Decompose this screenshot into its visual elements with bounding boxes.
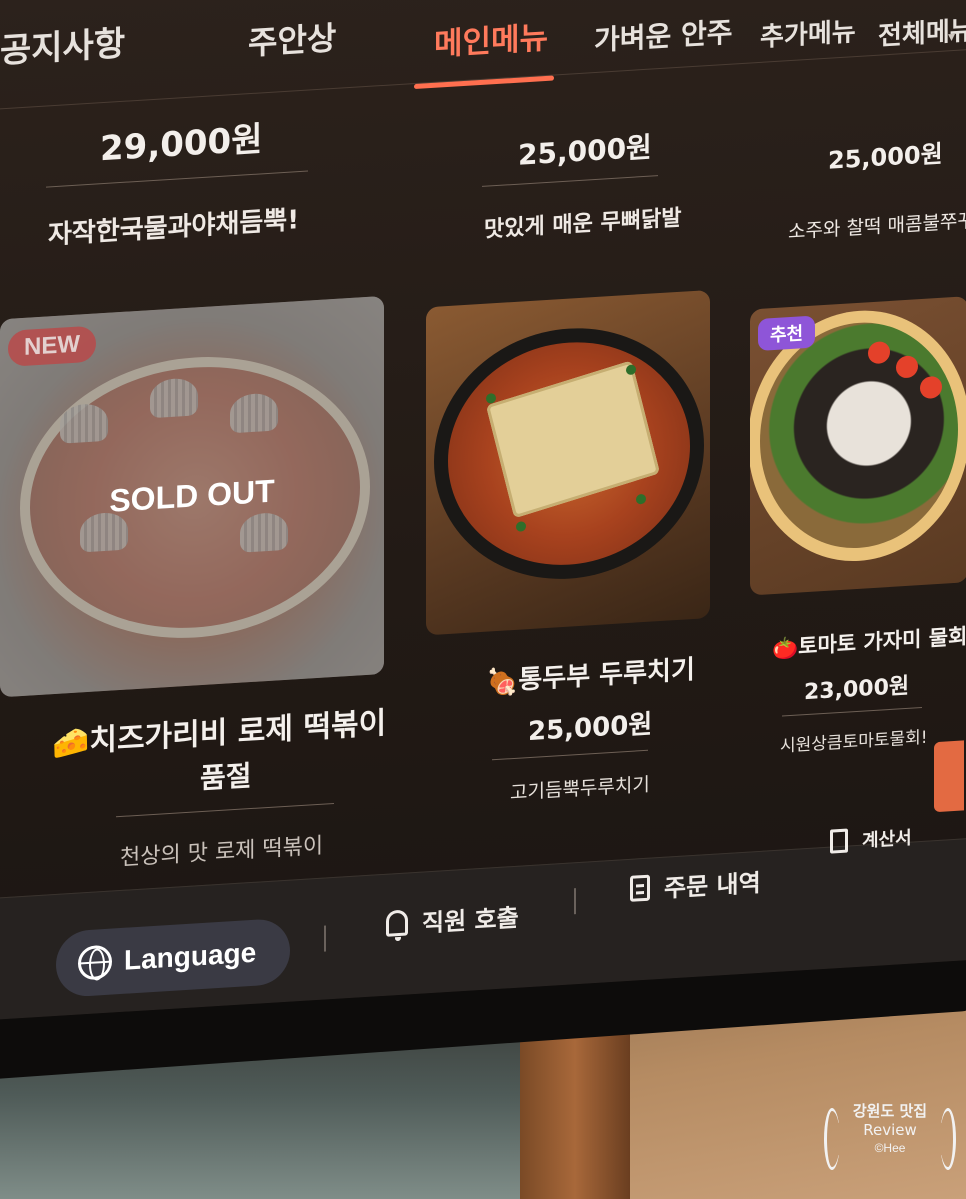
price-top-2: 25,000원 xyxy=(518,130,652,172)
tomato-icon: 🍅 xyxy=(772,635,799,661)
divider xyxy=(116,802,334,818)
watermark-line1: 강원도 맛집 xyxy=(852,1102,928,1120)
order-button-edge[interactable] xyxy=(934,740,964,813)
receipt-list-icon xyxy=(630,874,650,902)
menu-name-text: 치즈가리비 로제 떡볶이 xyxy=(89,705,387,759)
toolbar-divider xyxy=(324,925,326,952)
tab-main-menu[interactable]: 메인메뉴 xyxy=(434,12,548,64)
menu-desc-rose-tteokbokki: 천상의 맛 로제 떡볶이 xyxy=(120,833,324,872)
active-tab-indicator xyxy=(414,75,554,90)
bell-icon xyxy=(386,908,408,937)
bill-button[interactable]: 계산서 xyxy=(830,824,912,855)
menu-desc-tofu-duruchigi: 고기듬뿍두루치기 xyxy=(510,773,650,805)
menu-image-rose-tteokbokki[interactable]: SOLD OUT NEW xyxy=(0,295,384,698)
recommended-badge: 추천 xyxy=(758,315,816,352)
menu-name-tomato-mulhoe[interactable]: 🍅토마토 가자미 물회 xyxy=(772,620,966,662)
price-top-3: 25,000원 xyxy=(828,139,943,175)
watermark-line3: ©Hee xyxy=(874,1141,906,1155)
divider xyxy=(46,170,308,188)
review-watermark: 강원도 맛집 Review ©Hee xyxy=(820,1100,960,1170)
menu-desc-tomato-mulhoe: 시원상큼토마토물회! xyxy=(780,727,928,757)
category-tabs: 공지사항 주안상 메인메뉴 가벼운 안주 추가메뉴 전체메뉴 ▾ xyxy=(0,0,966,110)
menu-name-text: 토마토 가자미 물회 xyxy=(798,624,966,659)
cheese-icon: 🧀 xyxy=(52,724,90,763)
globe-icon xyxy=(78,944,112,981)
sold-out-status-text: 품절 xyxy=(200,759,252,796)
menu-price-tofu-duruchigi: 25,000원 xyxy=(528,709,653,748)
divider xyxy=(482,175,658,187)
order-history-label: 주문 내역 xyxy=(664,868,761,903)
desc-top-3: 소주와 찰떡 매콤불쭈꾸 xyxy=(788,209,966,244)
language-label: Language xyxy=(124,936,257,976)
laurel-right-icon xyxy=(940,1108,956,1170)
tab-extra-menu[interactable]: 추가메뉴 xyxy=(760,11,856,54)
divider xyxy=(492,749,648,761)
tab-light-snacks[interactable]: 가벼운 안주 xyxy=(594,11,733,59)
desc-top-2: 맛있게 매운 무뼈닭발 xyxy=(484,205,682,243)
kiosk-screen: 공지사항 주안상 메인메뉴 가벼운 안주 추가메뉴 전체메뉴 ▾ 29,000원… xyxy=(0,0,966,1020)
price-top-1: 29,000원 xyxy=(100,119,263,170)
laurel-left-icon xyxy=(824,1108,840,1170)
watermark-line2: Review xyxy=(863,1121,917,1139)
bill-label: 계산서 xyxy=(862,827,912,852)
divider xyxy=(782,706,922,717)
menu-name-tofu-duruchigi[interactable]: 🍖통두부 두루치기 xyxy=(486,649,695,699)
menu-price-tomato-mulhoe: 23,000원 xyxy=(804,673,910,706)
toolbar-divider xyxy=(574,888,576,915)
tab-juansang[interactable]: 주안상 xyxy=(248,13,336,64)
menu-name-text: 통두부 두루치기 xyxy=(518,654,695,696)
menu-image-tomato-mulhoe[interactable]: 추천 xyxy=(750,296,966,596)
clipboard-icon xyxy=(830,828,848,854)
desc-top-1: 자작한국물과야채듬뿍! xyxy=(48,205,300,251)
menu-name-rose-tteokbokki[interactable]: 🧀치즈가리비 로제 떡볶이 xyxy=(52,698,386,762)
new-badge: NEW xyxy=(8,325,96,367)
tab-notice[interactable]: 공지사항 xyxy=(0,16,125,73)
meat-icon: 🍖 xyxy=(486,666,519,699)
menu-image-tofu-duruchigi[interactable] xyxy=(426,289,710,636)
staff-call-label: 직원 호출 xyxy=(422,903,519,938)
chevron-down-icon[interactable]: ▾ xyxy=(948,29,955,45)
